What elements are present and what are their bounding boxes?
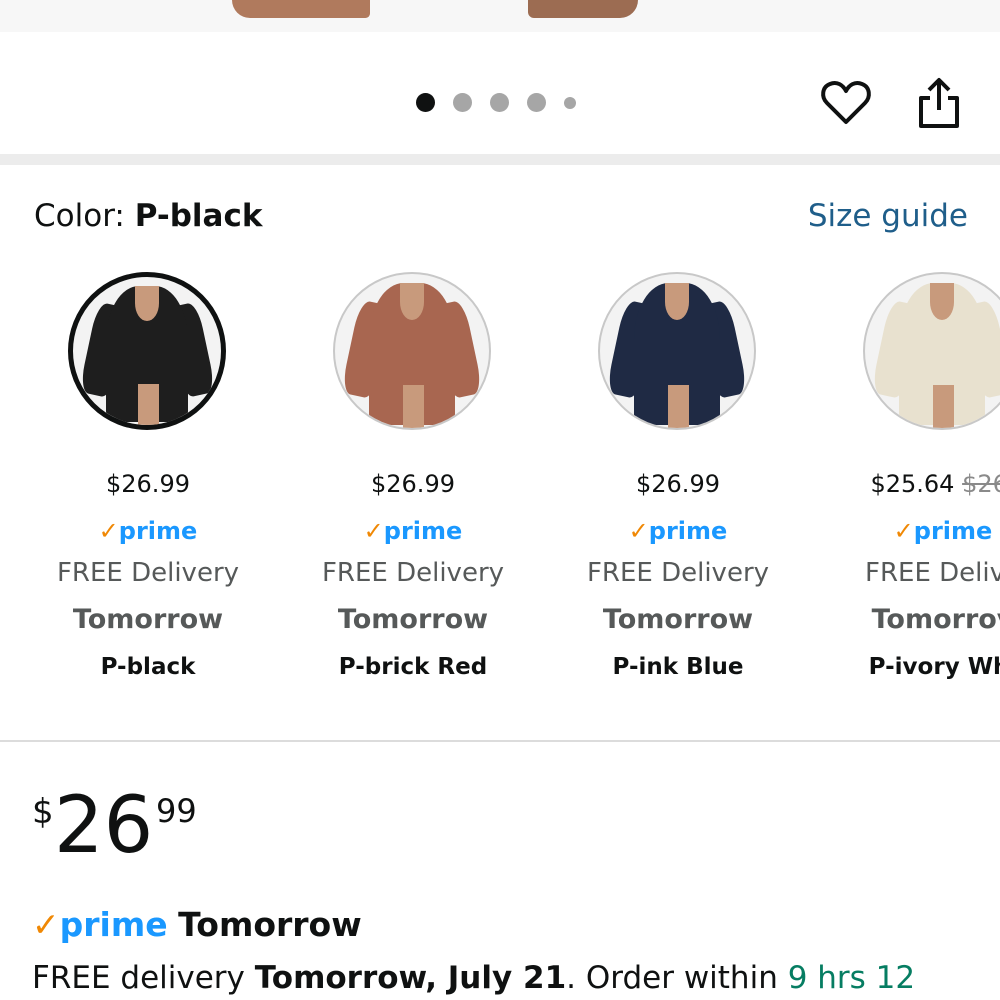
variant-list-price: $26. (962, 470, 1000, 498)
prime-delivery-badge: ✓prime Tomorrow (32, 905, 362, 944)
variant-delivery: FREE Delivery (321, 558, 505, 588)
delivery-date: Tomorrow, July 21 (254, 960, 567, 996)
variant-name: P-brick Red (338, 654, 488, 680)
product-image-detail (232, 0, 370, 18)
carousel-dot[interactable] (564, 96, 576, 109)
prime-badge: ✓prime (363, 517, 463, 545)
variant-price: $26.99 (371, 470, 455, 498)
color-variant-p-ink-blue[interactable]: $26.99 ✓prime FREE Delivery Tomorrow P-i… (530, 272, 795, 692)
variant-delivery: FREE Delivery (586, 558, 770, 588)
variant-delivery-day: Tomorrow (72, 604, 224, 635)
size-guide-link[interactable]: Size guide (808, 198, 968, 234)
color-variant-p-black[interactable]: $26.99 ✓prime FREE Delivery Tomorrow P-b… (0, 272, 265, 692)
variant-price: $25.64 $26. (795, 470, 1000, 498)
prime-badge: ✓prime (628, 517, 728, 545)
order-countdown: 9 hrs 12 (787, 960, 916, 996)
section-divider (0, 154, 1000, 165)
carousel-dot[interactable] (416, 93, 435, 112)
color-selector-header: Color: P-black Size guide (34, 198, 968, 238)
variant-swatch-image[interactable] (863, 272, 1000, 430)
variant-price: $26.99 (106, 470, 190, 498)
product-image-bottom-edge[interactable] (0, 0, 1000, 32)
variant-delivery-day: Tomorrow (337, 604, 489, 635)
carousel-dot[interactable] (527, 93, 546, 112)
color-label: Color: P-black (34, 198, 263, 234)
carousel-dot[interactable] (453, 93, 472, 112)
variant-price: $26.99 (636, 470, 720, 498)
prime-badge: ✓prime (98, 517, 198, 545)
variant-name: P-ink Blue (612, 654, 744, 680)
color-variant-p-ivory-white[interactable]: $25.64 $26. ✓prime FREE Delive Tomorrov … (795, 272, 1000, 692)
prime-delivery-speed: Tomorrow (178, 905, 362, 944)
prime-badge: ✓prime (893, 517, 993, 545)
share-icon[interactable] (916, 76, 962, 130)
variant-delivery-day: Tomorrov (871, 604, 1000, 635)
price-fraction: 99 (156, 792, 197, 830)
prime-logo: prime (59, 905, 168, 944)
selected-color-name: P-black (134, 198, 263, 234)
variant-delivery: FREE Delivery (56, 558, 240, 588)
variant-name: P-ivory Whi (868, 654, 1000, 680)
heart-icon[interactable] (820, 78, 872, 128)
variant-swatch-image[interactable] (68, 272, 226, 430)
delivery-message: FREE delivery Tomorrow, July 21. Order w… (32, 960, 916, 996)
price-whole: 26 (54, 781, 154, 871)
carousel-dots (416, 93, 576, 112)
carousel-dot[interactable] (490, 93, 509, 112)
product-image-detail (528, 0, 638, 18)
prime-check-icon: ✓ (32, 905, 60, 944)
variant-delivery-day: Tomorrow (602, 604, 754, 635)
price-currency: $ (32, 792, 54, 832)
variant-swatch-image[interactable] (333, 272, 491, 430)
section-divider (0, 740, 1000, 742)
variant-swatch-image[interactable] (598, 272, 756, 430)
color-variant-p-brick-red[interactable]: $26.99 ✓prime FREE Delivery Tomorrow P-b… (265, 272, 530, 692)
variant-name: P-black (100, 654, 196, 680)
variant-delivery: FREE Delive (865, 558, 1000, 588)
